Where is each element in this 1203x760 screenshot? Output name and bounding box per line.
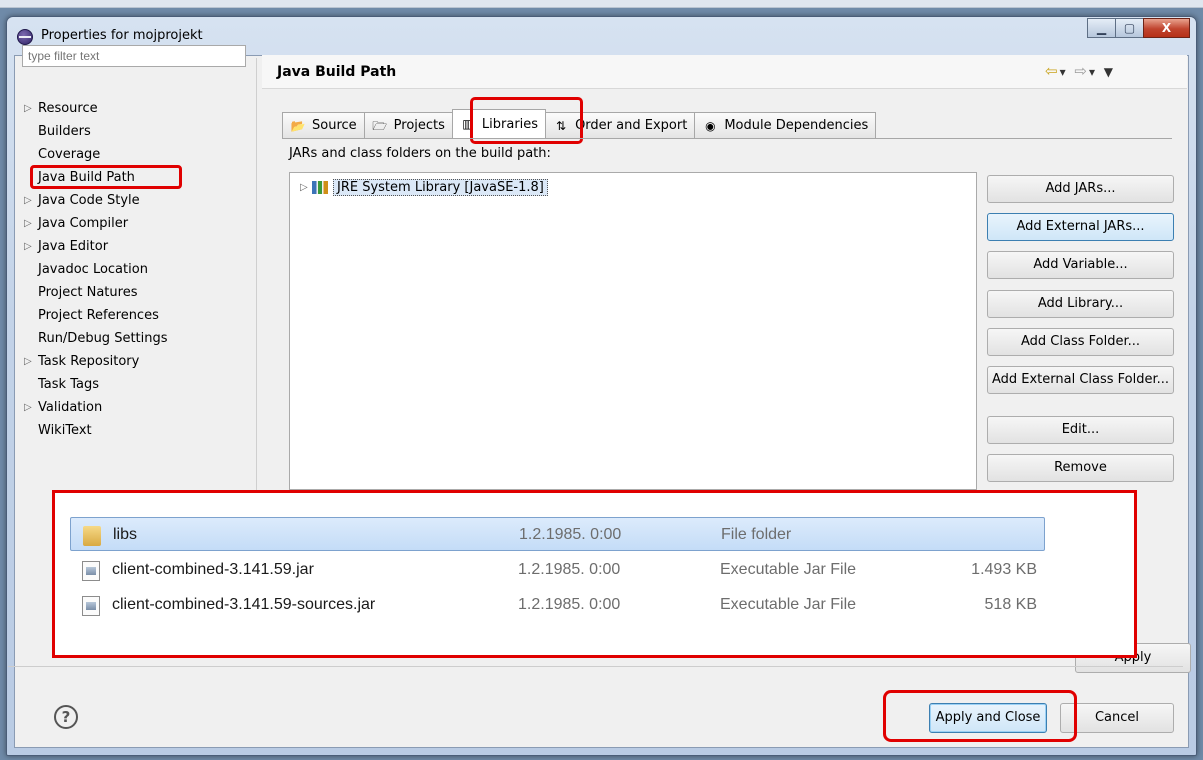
jar-file-icon <box>82 596 100 616</box>
sidebar-item[interactable]: ▷ Java Compiler <box>24 212 128 234</box>
expand-arrow-icon[interactable]: ▷ <box>24 356 38 367</box>
forward-arrow-icon[interactable]: ⇨ <box>1074 62 1089 80</box>
sidebar-item-label: Coverage <box>38 146 101 162</box>
eclipse-icon <box>17 29 33 45</box>
close-button[interactable]: X <box>1143 18 1190 38</box>
sidebar-item[interactable]: Project Natures <box>24 281 137 303</box>
add-library-button[interactable]: Add Library... <box>987 290 1174 318</box>
sidebar-item[interactable]: Run/Debug Settings <box>24 327 168 349</box>
file-date: 1.2.1985. 0:00 <box>518 561 621 578</box>
jar-file-icon <box>82 561 100 581</box>
sidebar-item-label: Validation <box>38 399 103 415</box>
file-type: Executable Jar File <box>720 596 857 613</box>
expand-arrow-icon[interactable]: ▷ <box>24 241 38 252</box>
help-icon[interactable]: ? <box>54 705 78 729</box>
expand-arrow-icon[interactable]: ▷ <box>24 103 38 114</box>
file-date: 1.2.1985. 0:00 <box>518 596 621 613</box>
sidebar-item-label: Builders <box>38 123 91 139</box>
sidebar-item-label: Javadoc Location <box>38 261 148 277</box>
projects-folder-icon: 🗁 <box>372 118 388 133</box>
jre-library-label: JRE System Library [JavaSE-1.8] <box>333 179 548 196</box>
forward-menu-icon[interactable]: ▾ <box>1089 65 1097 79</box>
sidebar-item-label: WikiText <box>38 422 92 438</box>
source-folder-icon: 📂 <box>290 118 306 133</box>
sidebar-item[interactable]: ▷ Java Code Style <box>24 189 140 211</box>
maximize-button[interactable]: ▢ <box>1115 18 1144 38</box>
highlight-apply-and-close <box>883 690 1077 742</box>
sidebar-item[interactable]: ▷ Validation <box>24 396 102 418</box>
minimize-button[interactable]: ▁ <box>1087 18 1116 38</box>
cancel-button[interactable]: Cancel <box>1060 703 1174 733</box>
remove-button[interactable]: Remove <box>987 454 1174 482</box>
file-name: libs <box>113 526 138 543</box>
page-title: Java Build Path <box>277 64 397 80</box>
view-menu-icon[interactable]: ▼ <box>1104 65 1115 79</box>
sidebar-item-label: Project Natures <box>38 284 138 300</box>
sidebar-item-label: Task Tags <box>38 376 99 392</box>
sidebar-item[interactable]: ▷ Java Editor <box>24 235 108 257</box>
file-name: client-combined-3.141.59.jar <box>112 561 314 578</box>
expand-arrow-icon[interactable]: ▷ <box>24 218 38 229</box>
footer-separator <box>8 666 1183 667</box>
window-title: Properties for mojprojekt <box>41 28 203 43</box>
sidebar-item[interactable]: WikiText <box>24 419 92 441</box>
sidebar-item[interactable]: ▷ Resource <box>24 97 98 119</box>
add-jars-button[interactable]: Add JARs... <box>987 175 1174 203</box>
edit-button[interactable]: Edit... <box>987 416 1174 444</box>
file-size: 518 KB <box>984 596 1037 613</box>
sidebar-item[interactable]: Javadoc Location <box>24 258 148 280</box>
tab-module-dependencies[interactable]: ◉ Module Dependencies <box>694 112 877 138</box>
sidebar-item[interactable]: Coverage <box>24 143 100 165</box>
tab-label: Source <box>312 118 357 133</box>
history-nav: ⇦▾ ⇨▾ ▼ <box>1045 62 1115 80</box>
highlight-libraries-tab <box>470 97 583 144</box>
expand-arrow-icon[interactable]: ▷ <box>300 182 312 193</box>
expand-arrow-icon[interactable]: ▷ <box>24 195 38 206</box>
file-row[interactable]: client-combined-3.141.59.jar 1.2.1985. 0:… <box>70 553 1045 587</box>
add-external-class-folder-button[interactable]: Add External Class Folder... <box>987 366 1174 394</box>
file-name: client-combined-3.141.59-sources.jar <box>112 596 376 613</box>
folder-icon <box>83 526 101 546</box>
file-type: File folder <box>721 526 792 543</box>
sidebar-item-label: Resource <box>38 100 98 116</box>
back-arrow-icon[interactable]: ⇦ <box>1045 62 1060 80</box>
file-row[interactable]: libs 1.2.1985. 0:00 File folder <box>70 517 1045 551</box>
file-size: 1.493 KB <box>971 561 1037 578</box>
background-window-strip <box>0 0 1203 8</box>
jars-label: JARs and class folders on the build path… <box>289 146 551 161</box>
sidebar-item-label: Java Compiler <box>38 215 129 231</box>
tab-source[interactable]: 📂 Source <box>282 112 365 138</box>
sidebar-item-label: Project References <box>38 307 159 323</box>
sidebar-item-label: Java Code Style <box>38 192 140 208</box>
sidebar-item[interactable]: Project References <box>24 304 159 326</box>
sidebar-item-label: Task Repository <box>38 353 140 369</box>
tab-label: Projects <box>393 118 445 133</box>
file-date: 1.2.1985. 0:00 <box>519 526 622 543</box>
back-menu-icon[interactable]: ▾ <box>1060 65 1068 79</box>
add-class-folder-button[interactable]: Add Class Folder... <box>987 328 1174 356</box>
file-row[interactable]: client-combined-3.141.59-sources.jar 1.2.… <box>70 588 1045 622</box>
tab-projects[interactable]: 🗁 Projects <box>363 112 453 138</box>
add-variable-button[interactable]: Add Variable... <box>987 251 1174 279</box>
sidebar-item[interactable]: ▷ Task Repository <box>24 350 139 372</box>
tab-label: Module Dependencies <box>724 118 869 133</box>
jre-library-row[interactable]: ▷ JRE System Library [JavaSE-1.8] <box>300 179 548 196</box>
file-type: Executable Jar File <box>720 561 857 578</box>
sidebar-item[interactable]: Task Tags <box>24 373 99 395</box>
expand-arrow-icon[interactable]: ▷ <box>24 402 38 413</box>
sidebar-item-label: Run/Debug Settings <box>38 330 168 346</box>
library-tree[interactable] <box>289 172 977 490</box>
window-controls: ▁ ▢ X <box>1087 18 1190 38</box>
module-icon: ◉ <box>705 118 716 133</box>
filter-input[interactable] <box>22 45 246 67</box>
library-icon <box>312 181 328 194</box>
sidebar-item[interactable]: Builders <box>24 120 91 142</box>
highlight-java-build-path <box>30 165 182 189</box>
tab-label: Order and Export <box>575 118 688 133</box>
add-external-jars-button[interactable]: Add External JARs... <box>987 213 1174 241</box>
sidebar-item-label: Java Editor <box>38 238 109 254</box>
